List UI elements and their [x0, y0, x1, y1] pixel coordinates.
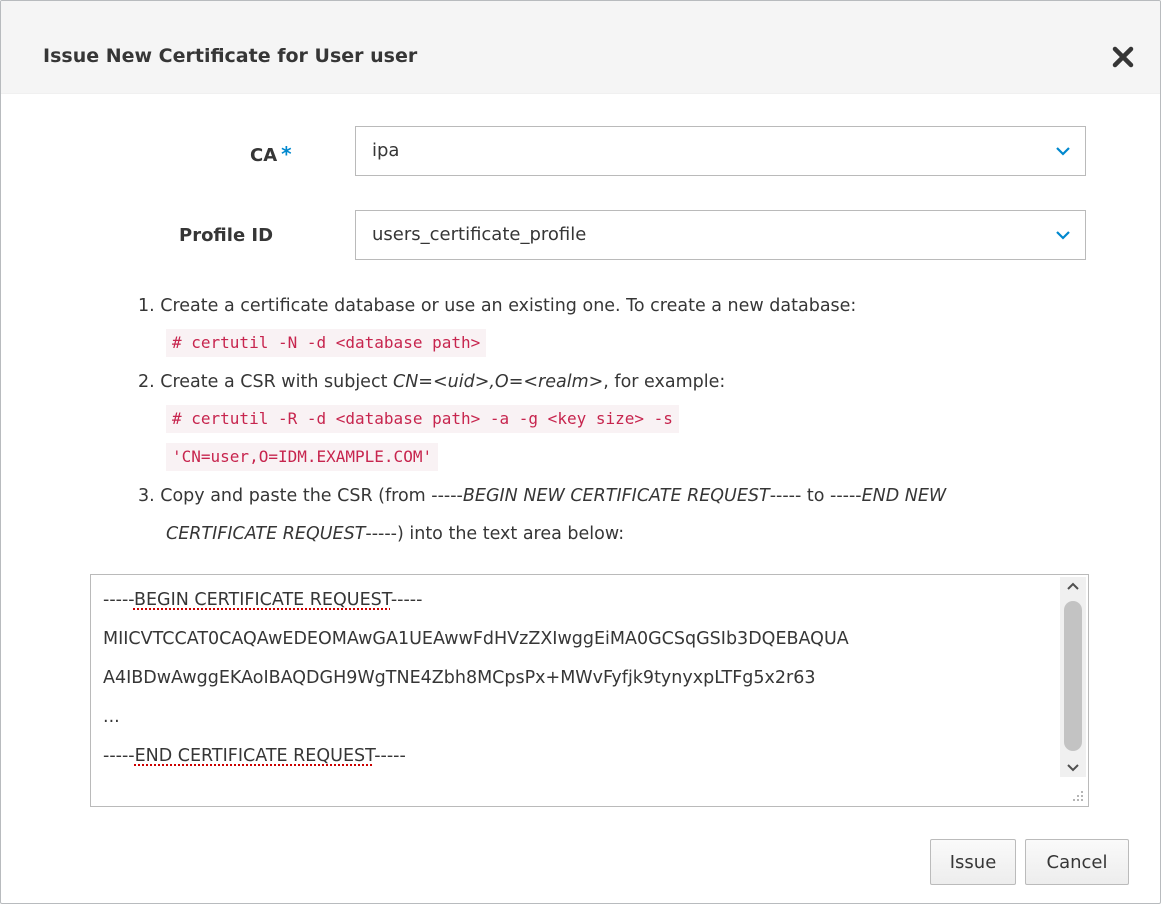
close-icon [1112, 46, 1134, 68]
step3-begin-marker: BEGIN NEW CERTIFICATE REQUEST [462, 486, 770, 506]
chevron-up-icon [1067, 582, 1079, 590]
ca-select[interactable]: ipa [355, 126, 1086, 176]
ca-label-text: CA [250, 145, 278, 166]
csr-end-text: END CERTIFICATE REQUEST [134, 746, 375, 766]
scroll-up-button[interactable] [1060, 577, 1086, 597]
csr-data-line-2: A4IBDwAwggEKAoIBAQDGH9WgTNE4Zbh8MCpsPx+M… [103, 668, 816, 688]
csr-end-dashes: ----- [103, 746, 135, 766]
required-asterisk: * [281, 142, 292, 166]
instruction-step-1: 1. Create a certificate database or use … [138, 296, 857, 316]
csr-data-line-1: MIICVTCCAT0CAQAwEDEOMAwGA1UEAwwFdHVzZXIw… [103, 629, 849, 649]
csr-begin-dashes: ----- [103, 590, 134, 610]
step3-text-a: 3. Copy and paste the CSR (from ----- [138, 486, 463, 506]
step3-end-marker-b: CERTIFICATE REQUEST [166, 524, 366, 544]
dialog-title: Issue New Certificate for User user [43, 45, 418, 67]
chevron-down-icon [1056, 147, 1070, 156]
scroll-down-button[interactable] [1060, 757, 1086, 777]
csr-ellipsis: ... [103, 707, 120, 727]
instruction-step-3: 3. Copy and paste the CSR (from -----BEG… [138, 477, 946, 515]
profile-id-select-value: users_certificate_profile [372, 224, 587, 245]
chevron-down-icon [1056, 231, 1070, 240]
csr-text: -----BEGIN CERTIFICATE REQUEST----- MIIC… [103, 581, 849, 776]
code-create-csr-line1: # certutil -R -d <database path> -a -g <… [166, 405, 679, 433]
textarea-scrollbar[interactable] [1060, 577, 1086, 777]
resize-grip-icon[interactable] [1070, 788, 1084, 802]
issue-button[interactable]: Issue [930, 839, 1016, 885]
profile-id-label: Profile ID [179, 225, 274, 246]
instruction-step-2: 2. Create a CSR with subject CN=<uid>,O=… [138, 363, 725, 401]
step3-text-c: -----) into the text area below: [365, 524, 625, 544]
step3-text-b: ----- to ----- [769, 486, 862, 506]
code-create-database: # certutil -N -d <database path> [166, 329, 487, 357]
csr-end-tail: ----- [374, 746, 406, 766]
chevron-down-icon [1067, 764, 1079, 772]
profile-id-select[interactable]: users_certificate_profile [355, 210, 1086, 260]
instruction-step-3-cont: CERTIFICATE REQUEST-----) into the text … [166, 515, 624, 553]
csr-end-line: -----END CERTIFICATE REQUEST----- [103, 737, 849, 776]
close-button[interactable] [1110, 44, 1136, 70]
code-create-csr-line2: 'CN=user,O=IDM.EXAMPLE.COM' [166, 443, 439, 471]
dialog-header: Issue New Certificate for User user [1, 1, 1160, 94]
csr-begin-line: -----BEGIN CERTIFICATE REQUEST----- [103, 581, 849, 620]
ca-label: CA * [250, 142, 292, 166]
csr-textarea[interactable]: -----BEGIN CERTIFICATE REQUEST----- MIIC… [90, 574, 1089, 807]
ca-select-value: ipa [372, 140, 400, 161]
issue-certificate-dialog: Issue New Certificate for User user CA * … [0, 0, 1161, 904]
step2-subject: CN=<uid>,O=<realm> [393, 372, 604, 392]
step2-text-a: 2. Create a CSR with subject [138, 372, 393, 392]
cancel-button[interactable]: Cancel [1025, 839, 1129, 885]
step2-text-b: , for example: [603, 372, 726, 392]
csr-begin-text: BEGIN CERTIFICATE REQUEST [133, 590, 391, 610]
csr-begin-tail: ----- [390, 590, 423, 610]
scrollbar-thumb[interactable] [1064, 601, 1082, 751]
step3-end-marker-a: END NEW [861, 486, 947, 506]
